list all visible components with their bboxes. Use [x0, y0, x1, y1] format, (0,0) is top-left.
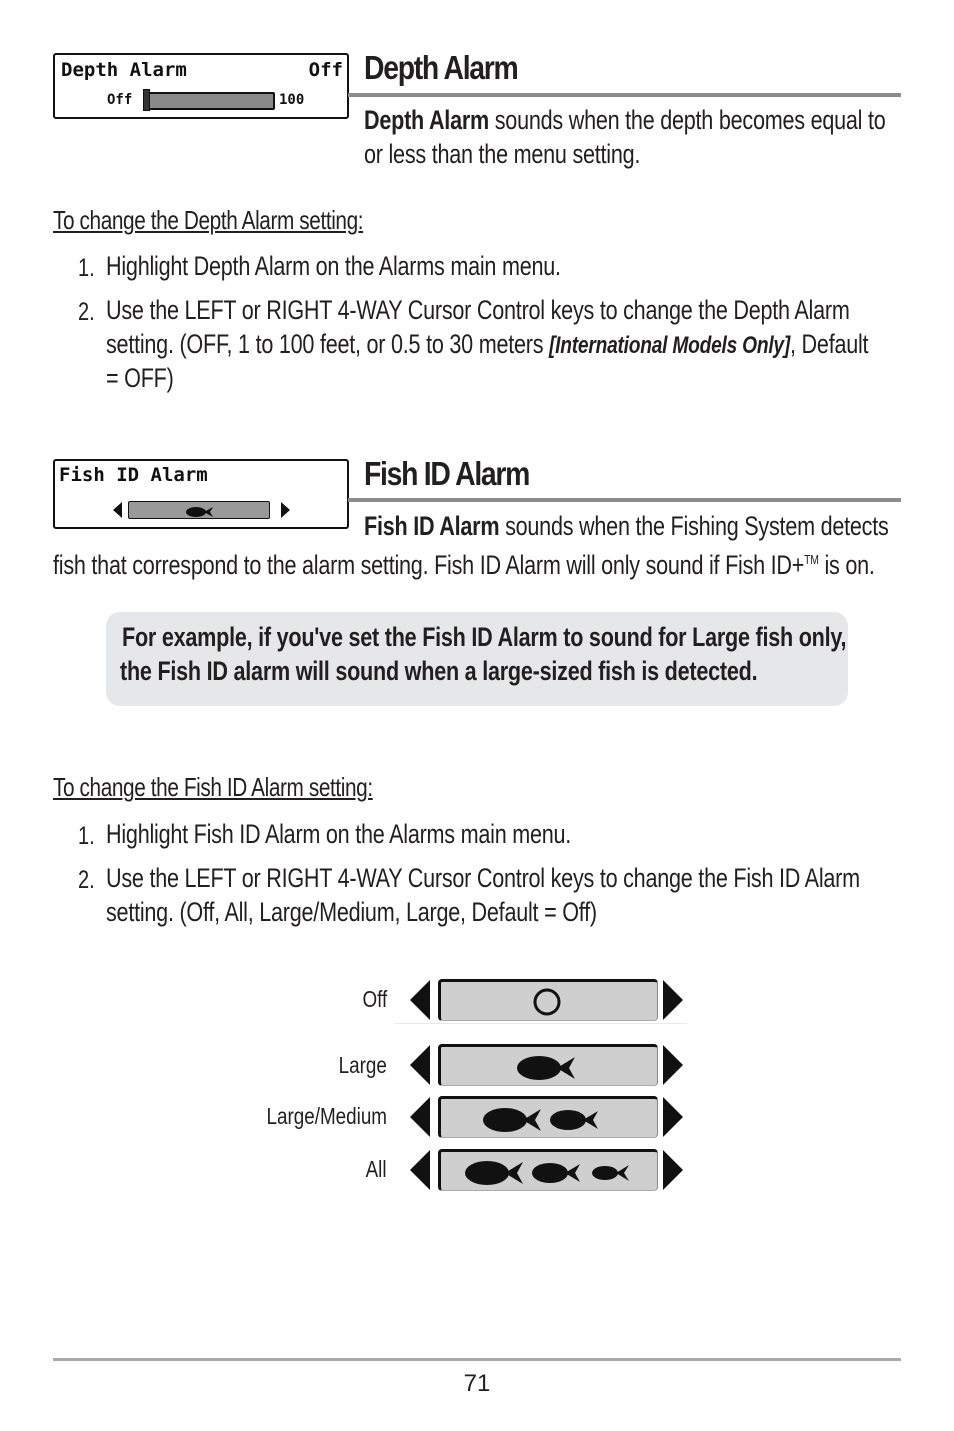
option-bar-all — [438, 1149, 658, 1191]
depth-alarm-heading: Depth Alarm — [364, 49, 519, 86]
depth-alarm-intro-line2: or less than the menu setting. — [364, 139, 641, 169]
option-bar-off — [438, 979, 658, 1021]
fish-icon — [465, 1161, 523, 1185]
note-line: For example, if you've set the Fish ID A… — [122, 622, 847, 652]
step-text: Use the LEFT or RIGHT 4-WAY Cursor Contr… — [106, 863, 860, 893]
left-arrow-icon — [410, 1045, 430, 1085]
lcd-value: Off — [308, 59, 343, 81]
step-text: Highlight Depth Alarm on the Alarms main… — [106, 251, 561, 281]
step-number: 2. — [78, 298, 95, 326]
note-line: the Fish ID alarm will sound when a larg… — [120, 656, 758, 686]
fish-icon — [592, 1165, 629, 1181]
step-number: 1. — [78, 254, 95, 282]
fish-icon — [517, 1056, 575, 1080]
heading-rule — [348, 93, 901, 97]
step-text-line2: setting. (Off, All, Large/Medium, Large,… — [106, 897, 597, 927]
text: fish that correspond to the alarm settin… — [53, 550, 805, 580]
text: setting. (OFF, 1 to 100 feet, or 0.5 to … — [106, 329, 550, 359]
right-arrow-icon — [663, 1045, 683, 1085]
footer-rule — [53, 1358, 901, 1361]
divider — [395, 1023, 687, 1024]
slider-min-label: Off — [107, 92, 133, 108]
step-text-line2: setting. (OFF, 1 to 100 feet, or 0.5 to … — [106, 327, 869, 363]
example-note-box: For example, if you've set the Fish ID A… — [106, 612, 848, 706]
lcd-title: Fish ID Alarm — [59, 464, 208, 486]
international-note: [International Models Only] — [549, 332, 791, 359]
step-text: Highlight Fish ID Alarm on the Alarms ma… — [106, 819, 572, 849]
text: is on. — [818, 550, 875, 580]
left-arrow-icon — [113, 502, 122, 518]
left-arrow-icon — [410, 980, 430, 1020]
depth-alarm-subheading: To change the Depth Alarm setting: — [53, 205, 364, 235]
text: , Default — [790, 329, 869, 359]
left-arrow-icon — [410, 1097, 430, 1137]
right-arrow-icon — [663, 1097, 683, 1137]
option-label-large-medium: Large/Medium — [266, 1103, 387, 1129]
option-label-all: All — [366, 1156, 387, 1182]
intro-bold-term: Fish ID Alarm — [364, 511, 500, 541]
right-arrow-icon — [663, 980, 683, 1020]
step-text-line3: = OFF) — [106, 363, 174, 393]
depth-alarm-menu-display: Depth Alarm Off Off 100 — [53, 53, 349, 119]
step-number: 1. — [78, 822, 95, 850]
fish-icon — [186, 507, 213, 517]
option-bar-large-medium — [438, 1096, 658, 1138]
option-label-off: Off — [362, 986, 387, 1012]
fish-id-intro-line2: fish that correspond to the alarm settin… — [53, 543, 875, 582]
right-arrow-icon — [281, 502, 290, 518]
depth-slider-knob — [143, 89, 150, 111]
left-arrow-icon — [410, 1150, 430, 1190]
step-number: 2. — [78, 866, 95, 894]
option-label-large: Large — [338, 1052, 387, 1078]
heading-rule — [348, 498, 901, 502]
intro-bold-term: Depth Alarm — [364, 105, 489, 135]
fish-icon — [532, 1163, 580, 1183]
depth-alarm-intro: Depth Alarm sounds when the depth become… — [364, 103, 886, 137]
circle-icon — [533, 988, 561, 1016]
fish-id-alarm-heading: Fish ID Alarm — [364, 455, 530, 492]
page-number: 71 — [463, 1370, 491, 1397]
fish-id-alarm-menu-display: Fish ID Alarm — [53, 459, 349, 529]
lcd-title: Depth Alarm — [61, 59, 187, 81]
intro-text: sounds when the depth becomes equal to — [488, 105, 886, 135]
slider-max-label: 100 — [279, 92, 305, 108]
depth-slider-track — [143, 92, 275, 110]
fish-id-intro: Fish ID Alarm sounds when the Fishing Sy… — [364, 509, 889, 543]
fish-icon — [483, 1108, 541, 1132]
trademark: TM — [804, 552, 819, 567]
step-text: Use the LEFT or RIGHT 4-WAY Cursor Contr… — [106, 295, 850, 325]
option-bar-large — [438, 1044, 658, 1086]
fish-icon — [550, 1110, 598, 1130]
fish-id-subheading: To change the Fish ID Alarm setting: — [53, 772, 373, 802]
right-arrow-icon — [663, 1150, 683, 1190]
intro-text: sounds when the Fishing System detects — [499, 511, 889, 541]
